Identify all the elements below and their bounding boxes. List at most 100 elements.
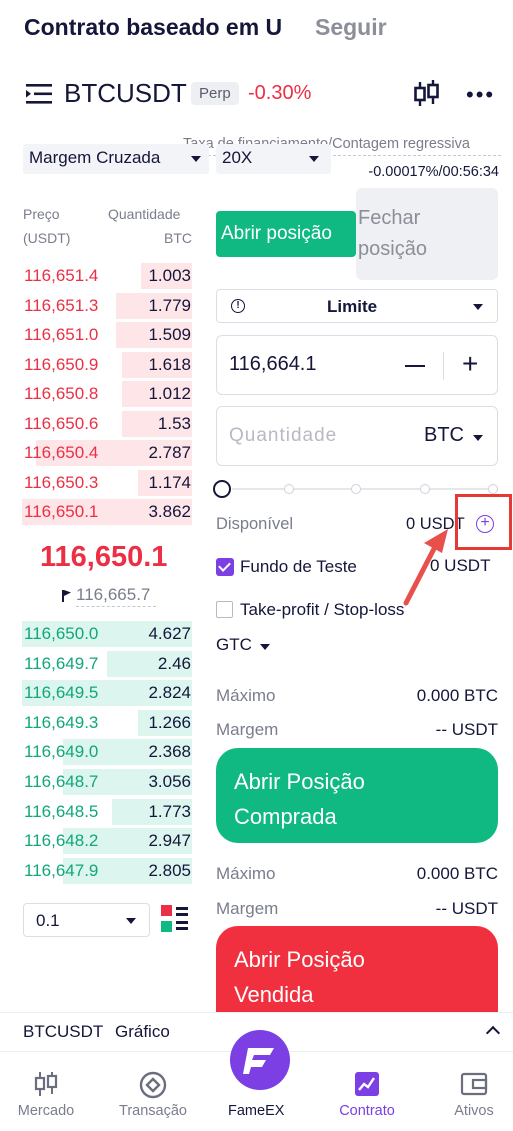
bid-row[interactable]: 116,647.9 2.805 (22, 857, 192, 884)
order-type-select[interactable]: ! Limite (216, 289, 498, 323)
time-in-force-label: GTC (216, 635, 252, 654)
bid-quantity: 2.947 (148, 831, 191, 851)
candlestick-icon[interactable] (414, 80, 440, 108)
bid-price: 116,648.5 (24, 801, 99, 821)
more-icon[interactable]: ••• (466, 84, 495, 106)
bid-quantity: 2.368 (148, 742, 191, 762)
nav-fameex-label: FameEX (228, 1103, 285, 1119)
slider-mark-25[interactable] (284, 484, 294, 494)
quantity-unit-select[interactable]: BTC (424, 424, 464, 447)
slider-track[interactable] (232, 488, 498, 490)
margin-mode-label: Margem Cruzada (29, 148, 161, 167)
chevron-down-icon (191, 156, 201, 162)
leverage-label: 20X (222, 148, 253, 167)
chevron-up-icon[interactable] (485, 1025, 501, 1041)
time-in-force-select[interactable]: GTC (216, 635, 252, 655)
long-margin-value: -- USDT (435, 720, 498, 739)
bid-quantity: 3.056 (148, 772, 191, 791)
ask-row[interactable]: 116,650.6 1.53 (22, 410, 192, 437)
close-position-label-1: Fechar (358, 207, 421, 229)
bid-price: 116,648.2 (24, 831, 99, 851)
margin-mode-select[interactable]: Margem Cruzada (23, 144, 209, 174)
test-fund-label: Fundo de Teste (240, 557, 357, 576)
bid-price: 116,650.0 (24, 624, 99, 643)
bid-row[interactable]: 116,649.3 1.266 (22, 709, 192, 736)
bid-price: 116,649.3 (24, 712, 99, 732)
leverage-select[interactable]: 20X (216, 144, 331, 174)
last-price: 116,650.1 (40, 541, 168, 573)
ask-row[interactable]: 116,650.4 2.787 (22, 440, 192, 466)
tab-u-based-contract[interactable]: Contrato baseado em U (24, 14, 282, 41)
nav-assets[interactable]: Ativos (428, 1053, 513, 1131)
bid-row[interactable]: 116,649.0 2.368 (22, 739, 192, 766)
nav-market[interactable]: Mercado (0, 1053, 92, 1131)
ask-price: 116,651.0 (24, 325, 99, 344)
fameex-logo-icon (243, 1048, 274, 1074)
bid-row[interactable]: 116,649.5 2.824 (22, 680, 192, 707)
minus-icon[interactable] (405, 365, 425, 367)
ask-row[interactable]: 116,651.3 1.779 (22, 292, 192, 319)
info-icon[interactable]: ! (231, 299, 245, 313)
close-position-tab[interactable]: Fechar posição (356, 188, 498, 280)
bid-price: 116,649.0 (24, 742, 99, 762)
ask-quantity: 1.174 (148, 472, 191, 492)
ask-row[interactable]: 116,651.0 1.509 (22, 322, 192, 348)
bid-row[interactable]: 116,648.5 1.773 (22, 798, 192, 825)
contract-icon (355, 1072, 379, 1096)
short-margin-value: -- USDT (435, 899, 498, 918)
market-icon (34, 1072, 58, 1096)
ask-price: 116,650.9 (24, 354, 99, 374)
chevron-down-icon (473, 304, 483, 310)
depth-precision-select[interactable]: 0.1 (23, 903, 150, 937)
price-input[interactable]: 116,664.1 + (216, 335, 498, 395)
test-fund-checkbox[interactable] (216, 558, 234, 576)
open-position-tab[interactable]: Abrir posição (216, 211, 356, 257)
slider-handle[interactable] (213, 480, 231, 498)
perp-badge: Perp (191, 82, 239, 105)
ask-quantity: 1.53 (157, 413, 191, 433)
nav-contract[interactable]: Contrato (320, 1053, 414, 1131)
ask-row[interactable]: 116,651.4 1.003 (22, 263, 192, 289)
tp-sl-checkbox[interactable] (216, 601, 233, 618)
orderbook-layout-icon[interactable] (160, 904, 190, 934)
ask-price: 116,650.3 (24, 472, 99, 492)
open-long-button[interactable]: Abrir Posição Comprada (216, 748, 498, 843)
slider-mark-50[interactable] (351, 484, 361, 494)
quantity-unit: BTC (164, 230, 192, 246)
ask-row[interactable]: 116,650.3 1.174 (22, 469, 192, 496)
mark-price: 116,665.7 (76, 585, 151, 604)
bid-row[interactable]: 116,649.7 2.46 (22, 650, 192, 677)
plus-icon[interactable]: + (462, 348, 478, 380)
ask-row[interactable]: 116,650.1 3.862 (22, 499, 192, 525)
bid-quantity: 1.773 (148, 801, 191, 821)
long-max-label: Máximo (216, 686, 276, 705)
symbol-header: BTCUSDT Perp -0.30% ••• (0, 70, 513, 120)
price-value[interactable]: 116,664.1 (229, 353, 317, 376)
quantity-input[interactable]: Quantidade BTC (216, 406, 498, 466)
ask-row[interactable]: 116,650.8 1.012 (22, 381, 192, 407)
tab-follow[interactable]: Seguir (315, 14, 387, 41)
ask-row[interactable]: 116,650.9 1.618 (22, 351, 192, 378)
symbol-name[interactable]: BTCUSDT (64, 78, 187, 109)
open-short-button[interactable]: Abrir Posição Vendida (216, 926, 498, 1012)
bid-quantity: 2.824 (148, 683, 191, 703)
ask-price: 116,650.1 (24, 502, 99, 521)
ask-price: 116,650.6 (24, 413, 99, 433)
bid-row[interactable]: 116,650.0 4.627 (22, 621, 192, 647)
top-tabs: Contrato baseado em U Seguir (0, 0, 513, 60)
bid-quantity: 1.266 (148, 712, 191, 732)
slider-mark-75[interactable] (420, 484, 430, 494)
flag-icon (62, 590, 71, 602)
chevron-down-icon (260, 644, 270, 650)
chevron-down-icon (473, 435, 483, 441)
menu-icon[interactable] (26, 82, 52, 106)
slider-mark-100[interactable] (488, 484, 498, 494)
nav-transaction[interactable]: Transação (107, 1053, 199, 1131)
bid-row[interactable]: 116,648.2 2.947 (22, 828, 192, 855)
ask-quantity: 2.787 (148, 443, 191, 462)
depth-precision-value: 0.1 (36, 911, 60, 930)
close-position-label-2: posição (358, 238, 427, 260)
ask-price: 116,651.4 (24, 266, 99, 285)
bid-row[interactable]: 116,648.7 3.056 (22, 769, 192, 795)
fameex-home-button[interactable] (230, 1030, 290, 1090)
